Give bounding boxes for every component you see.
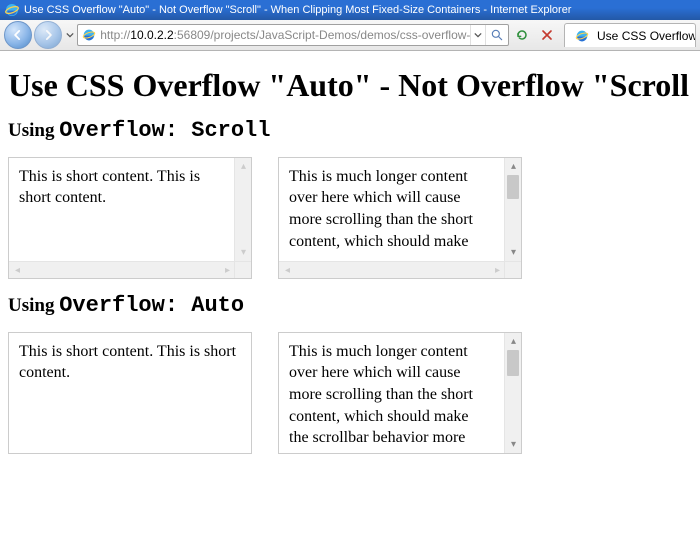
refresh-button[interactable] <box>511 23 534 47</box>
scroll-down-icon[interactable]: ▾ <box>505 436 522 453</box>
tab-label: Use CSS Overflow <box>597 29 696 43</box>
scrollbar-corner <box>504 261 521 278</box>
ie-page-icon <box>80 26 98 44</box>
address-dropdown[interactable] <box>470 25 485 45</box>
scroll-down-icon[interactable]: ▾ <box>505 244 522 261</box>
page-content: Use CSS Overflow "Auto" - Not Overflow "… <box>0 51 700 466</box>
scroll-up-icon: ▴ <box>235 158 252 175</box>
search-icon[interactable] <box>485 25 507 45</box>
auto-row: This is short content. This is short con… <box>8 332 692 454</box>
page-title: Use CSS Overflow "Auto" - Not Overflow "… <box>8 67 692 104</box>
scroll-box-long: This is much longer content over here wh… <box>278 157 522 279</box>
horizontal-scrollbar[interactable]: ◂ ▸ <box>279 261 506 278</box>
scroll-row: This is short content. This is short con… <box>8 157 692 279</box>
scroll-left-icon: ◂ <box>279 262 296 279</box>
box-text: This is much longer content over here wh… <box>279 158 494 262</box>
horizontal-scrollbar[interactable]: ◂ ▸ <box>9 261 236 278</box>
scroll-down-icon: ▾ <box>235 244 252 261</box>
window-titlebar: Use CSS Overflow "Auto" - Not Overflow "… <box>0 0 700 20</box>
section-heading-scroll: Using Overflow: Scroll <box>8 118 692 143</box>
browser-toolbar: http://10.0.2.2:56809/projects/JavaScrip… <box>0 20 700 51</box>
scrollbar-thumb[interactable] <box>507 175 519 199</box>
nav-history-dropdown[interactable] <box>64 23 75 47</box>
address-url[interactable]: http://10.0.2.2:56809/projects/JavaScrip… <box>100 26 470 44</box>
back-button[interactable] <box>4 21 32 49</box>
vertical-scrollbar[interactable]: ▴ ▾ <box>504 333 521 453</box>
scroll-up-icon[interactable]: ▴ <box>505 333 522 350</box>
scroll-left-icon: ◂ <box>9 262 26 279</box>
box-text: This is short content. This is short con… <box>9 333 251 392</box>
forward-button[interactable] <box>34 21 62 49</box>
stop-button[interactable] <box>535 23 558 47</box>
auto-box-long: This is much longer content over here wh… <box>278 332 522 454</box>
auto-box-short: This is short content. This is short con… <box>8 332 252 454</box>
box-text: This is much longer content over here wh… <box>279 333 494 453</box>
scrollbar-thumb[interactable] <box>507 350 519 376</box>
vertical-scrollbar[interactable]: ▴ ▾ <box>234 158 251 261</box>
scrollbar-corner <box>234 261 251 278</box>
vertical-scrollbar[interactable]: ▴ ▾ <box>504 158 521 261</box>
address-bar[interactable]: http://10.0.2.2:56809/projects/JavaScrip… <box>77 24 509 46</box>
browser-tab[interactable]: Use CSS Overflow <box>564 23 696 47</box>
box-text: This is short content. This is short con… <box>9 158 224 262</box>
window-title: Use CSS Overflow "Auto" - Not Overflow "… <box>24 0 696 20</box>
ie-page-icon <box>573 27 591 45</box>
section-heading-auto: Using Overflow: Auto <box>8 293 692 318</box>
ie-logo-icon <box>4 2 20 18</box>
scroll-box-short: This is short content. This is short con… <box>8 157 252 279</box>
scroll-up-icon[interactable]: ▴ <box>505 158 522 175</box>
